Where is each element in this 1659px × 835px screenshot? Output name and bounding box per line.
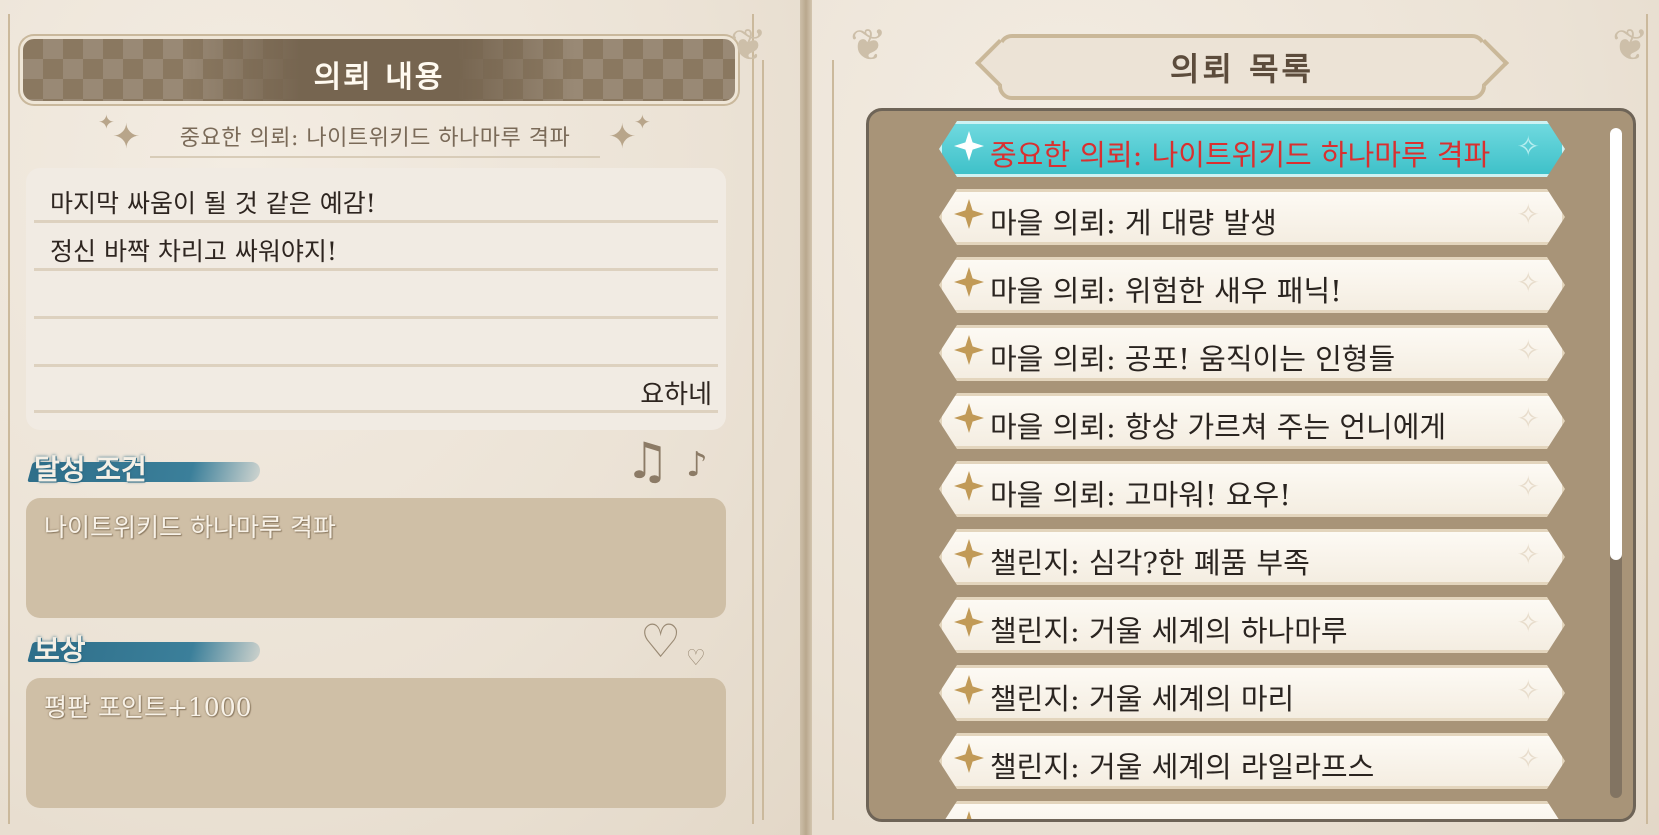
- quest-subtitle: 중요한 의뢰: 나이트위키드 하나마루 격파: [179, 126, 571, 151]
- list-title: 의뢰 목록: [1170, 50, 1314, 88]
- four-point-star-icon: [954, 199, 984, 229]
- sparkle-icon: ✦: [634, 110, 651, 134]
- quest-item[interactable]: 마을 의뢰: 위험한 새우 패닉! ✧: [939, 257, 1565, 313]
- swirl-icon: ✧: [1516, 606, 1540, 639]
- swirl-icon: ✧: [1516, 266, 1540, 299]
- four-point-star-icon: [954, 743, 984, 773]
- quest-item-label: 챌린지: 거울 세계의 하나마루: [990, 614, 1348, 648]
- quest-item[interactable]: 마을 의뢰: 공포! 움직이는 인형들 ✧: [939, 325, 1565, 381]
- message-sender: 요하네: [640, 380, 712, 410]
- page-border: [1646, 14, 1648, 824]
- music-note-icon: ♪: [686, 445, 708, 485]
- four-point-star-icon: [954, 607, 984, 637]
- quest-item[interactable]: 마을 의뢰: 항상 가르쳐 주는 언니에게 ✧: [939, 393, 1565, 449]
- four-point-star-icon: [954, 539, 984, 569]
- page-border: [832, 60, 834, 820]
- four-point-star-icon: [954, 335, 984, 365]
- ruled-line: [34, 316, 718, 319]
- quest-item-label: 챌린지: 심각?한 폐품 부족: [990, 546, 1310, 580]
- quest-item[interactable]: 챌린지: 거울 세계의 하나마루 ✧: [939, 597, 1565, 653]
- quest-item-label: 마을 의뢰: 위험한 새우 패닉!: [990, 274, 1342, 308]
- four-point-star-icon: [954, 811, 984, 822]
- quest-item-label: 마을 의뢰: 공포! 움직이는 인형들: [990, 342, 1396, 376]
- sparkle-icon: ✦: [608, 117, 637, 157]
- quest-item-label: 챌린지: 거울 세계의 마리: [990, 682, 1295, 716]
- swirl-icon: ✧: [1516, 742, 1540, 775]
- quest-detail-page: 의뢰 내용 ❦ ✦ ✦ 중요한 의뢰: 나이트위키드 하나마루 격파 ✦ ✦ 마…: [0, 0, 800, 835]
- message-box: 마지막 싸움이 될 것 같은 예감! 정신 바짝 차리고 싸워야지! 요하네: [26, 168, 726, 430]
- page-border: [752, 14, 754, 824]
- subtitle-divider: [150, 156, 600, 158]
- reward-text: 평판 포인트+1000: [44, 693, 252, 722]
- swirl-icon: ✧: [1516, 198, 1540, 231]
- quest-item-selected[interactable]: 중요한 의뢰: 나이트위키드 하나마루 격파 ✧: [939, 121, 1565, 177]
- four-point-star-icon: [954, 471, 984, 501]
- hearts-icon: ♡: [640, 614, 682, 668]
- book-spine: [800, 0, 812, 835]
- small-heart-icon: ♡: [686, 646, 706, 671]
- swirl-icon: ✧: [1516, 402, 1540, 435]
- quest-item-label: 마을 의뢰: 게 대량 발생: [990, 206, 1277, 240]
- reward-box: 평판 포인트+1000: [26, 678, 726, 808]
- quest-item-label: 챌린지: 거울 세계의 라일라프스: [990, 750, 1375, 784]
- quest-list[interactable]: 중요한 의뢰: 나이트위키드 하나마루 격파 ✧ 마을 의뢰: 게 대량 발생 …: [866, 108, 1636, 822]
- ruled-line: [34, 268, 718, 271]
- ruled-line: [34, 220, 718, 223]
- quest-item-label: 마을 의뢰: 고마워! 요우!: [990, 478, 1291, 512]
- swirl-ornament-icon: ❦: [730, 20, 767, 71]
- four-point-star-icon: [954, 131, 984, 161]
- reward-label: 보상: [34, 633, 86, 666]
- condition-label: 달성 조건: [34, 453, 147, 486]
- swirl-ornament-icon: ❦: [1612, 20, 1649, 71]
- detail-title: 의뢰 내용: [313, 60, 445, 95]
- swirl-icon: ✧: [1516, 470, 1540, 503]
- swirl-icon: ✧: [1516, 130, 1540, 163]
- message-line: 정신 바짝 차리고 싸워야지!: [50, 237, 337, 266]
- four-point-star-icon: [954, 267, 984, 297]
- scrollbar-thumb[interactable]: [1610, 128, 1622, 560]
- condition-box: 나이트위키드 하나마루 격파: [26, 498, 726, 618]
- detail-header: 의뢰 내용: [20, 36, 738, 104]
- four-point-star-icon: [954, 403, 984, 433]
- swirl-ornament-icon: ❦: [850, 20, 887, 71]
- swirl-icon: ✧: [1516, 538, 1540, 571]
- quest-item[interactable]: 챌린지: 심각?한 폐품 부족 ✧: [939, 529, 1565, 585]
- swirl-icon: ✧: [1516, 334, 1540, 367]
- message-line: 마지막 싸움이 될 것 같은 예감!: [50, 189, 376, 218]
- condition-heading: 달성 조건: [27, 448, 270, 488]
- quest-item-partial[interactable]: [939, 801, 1565, 822]
- reward-heading: 보상: [27, 628, 270, 668]
- page-border: [8, 14, 10, 824]
- quest-item-label: 마을 의뢰: 항상 가르쳐 주는 언니에게: [990, 410, 1447, 444]
- ruled-line: [34, 410, 718, 413]
- quest-item-label: 중요한 의뢰: 나이트위키드 하나마루 격파: [990, 138, 1491, 172]
- four-point-star-icon: [954, 675, 984, 705]
- swirl-icon: ✧: [1516, 674, 1540, 707]
- ruled-line: [34, 364, 718, 367]
- quest-item[interactable]: 챌린지: 거울 세계의 마리 ✧: [939, 665, 1565, 721]
- condition-text: 나이트위키드 하나마루 격파: [44, 513, 336, 542]
- music-notes-icon: ♫: [625, 432, 670, 490]
- quest-item[interactable]: 챌린지: 거울 세계의 라일라프스 ✧: [939, 733, 1565, 789]
- sparkle-icon: ✦: [112, 117, 141, 157]
- quest-item[interactable]: 마을 의뢰: 게 대량 발생 ✧: [939, 189, 1565, 245]
- quest-item[interactable]: 마을 의뢰: 고마워! 요우! ✧: [939, 461, 1565, 517]
- page-border: [762, 60, 764, 820]
